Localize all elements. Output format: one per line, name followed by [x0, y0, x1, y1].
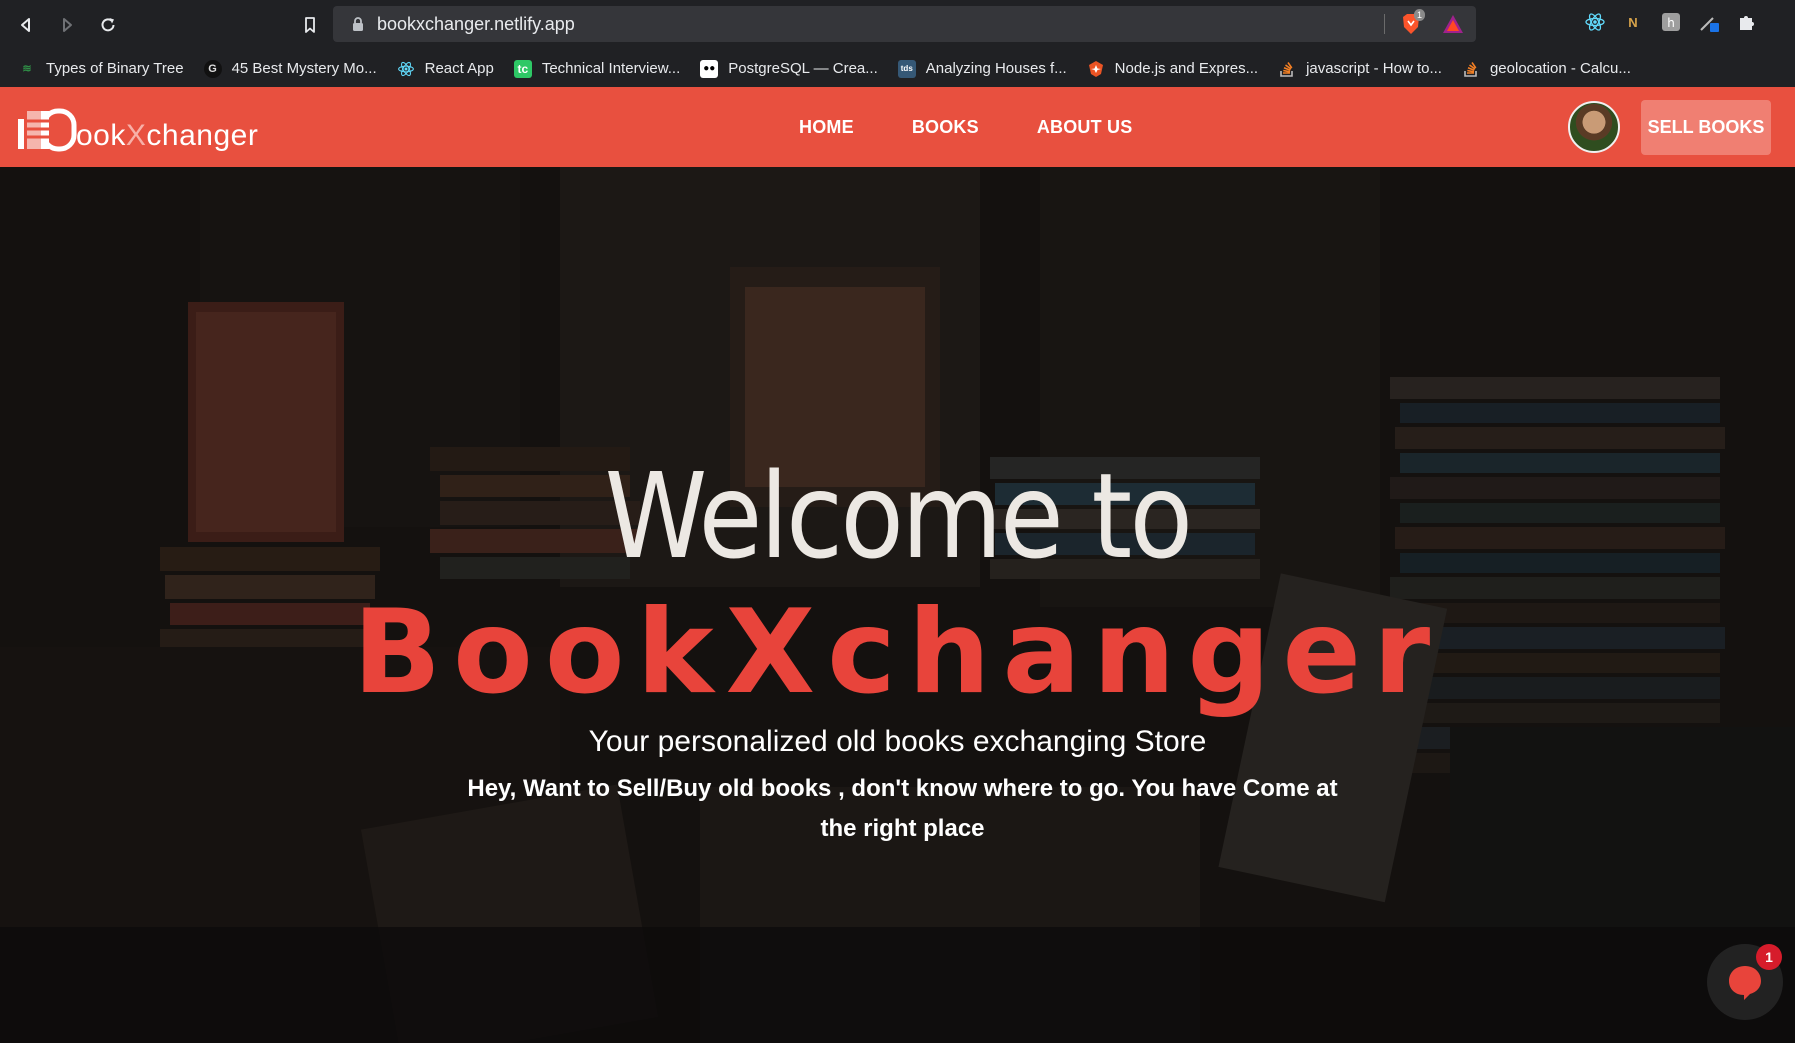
avatar[interactable] [1568, 101, 1620, 153]
logo-text: ookXchanger [76, 119, 258, 153]
medium-icon: ●● [700, 59, 719, 78]
back-button[interactable] [6, 5, 46, 45]
bookmark-item[interactable]: geolocation - Calcu... [1462, 60, 1631, 78]
hypothesis-icon[interactable]: h [1659, 10, 1683, 34]
hero-welcome-heading: Welcome to [604, 447, 1193, 585]
shields-count-badge: 1 [1414, 9, 1426, 21]
puzzle-icon[interactable] [1735, 10, 1759, 34]
bookmark-item[interactable]: Node.js and Expres... [1087, 60, 1258, 78]
react-icon [397, 60, 415, 78]
extensions-area: N h [1583, 10, 1759, 34]
nav-books[interactable]: BOOKS [912, 117, 979, 138]
bookmark-item[interactable]: G 45 Best Mystery Mo... [203, 59, 377, 78]
brave-rewards-icon[interactable] [1442, 14, 1464, 39]
react-devtools-icon[interactable] [1583, 10, 1607, 34]
back-arrow-icon [21, 18, 30, 32]
address-bar[interactable]: bookxchanger.netlify.app 1 [333, 6, 1476, 42]
forward-arrow-icon [63, 18, 72, 32]
hero-brand-title: BookXchanger [352, 585, 1443, 720]
tds-icon: tds [897, 59, 916, 78]
main-nav: HOME BOOKS ABOUT US [770, 87, 1161, 167]
color-picker-icon[interactable] [1697, 10, 1721, 34]
logo-prefix: ook [76, 119, 126, 152]
logo-suffix: changer [146, 119, 259, 152]
reload-button[interactable] [88, 5, 128, 45]
lock-icon [343, 16, 373, 32]
omnibox-divider [1384, 14, 1385, 34]
json-viewer-icon[interactable]: N [1621, 10, 1645, 34]
bookmark-item[interactable]: tds Analyzing Houses f... [897, 59, 1067, 78]
bookmark-label: geolocation - Calcu... [1489, 60, 1631, 77]
bookmark-label: 45 Best Mystery Mo... [231, 60, 377, 77]
bookmark-icon [305, 17, 315, 33]
site-logo[interactable]: ookXchanger [18, 101, 258, 153]
nav-about-us[interactable]: ABOUT US [1037, 117, 1133, 138]
hero-section: Welcome to BookXchanger Your personalize… [0, 167, 1795, 1043]
bookmark-label: Types of Binary Tree [46, 60, 184, 77]
bookmark-label: Technical Interview... [541, 60, 681, 77]
hero-tagline: Your personalized old books exchanging S… [588, 725, 1207, 758]
browser-toolbar: bookxchanger.netlify.app 1 N h [0, 0, 1795, 50]
bookmark-item[interactable]: ●● PostgreSQL — Crea... [700, 59, 878, 78]
g-icon: G [203, 59, 222, 78]
gfg-icon: ≋ [22, 63, 32, 75]
bookmark-item[interactable]: ≋ Types of Binary Tree [18, 60, 184, 78]
logo-book-icon [18, 107, 80, 153]
hero-subtitle: Hey, Want to Sell/Buy old books , don't … [467, 775, 1338, 842]
nav-home[interactable]: HOME [799, 117, 854, 138]
bookmarks-bar: ≋ Types of Binary Tree G 45 Best Mystery… [0, 50, 1795, 87]
sell-books-button[interactable]: SELL BOOKS [1641, 100, 1771, 155]
svg-text:h: h [1667, 16, 1675, 30]
forward-button[interactable] [47, 5, 87, 45]
bookmark-label: javascript - How to... [1306, 60, 1442, 77]
url-text[interactable]: bookxchanger.netlify.app [377, 14, 575, 35]
stackoverflow-icon [1278, 60, 1296, 78]
bookmark-item[interactable]: React App [397, 60, 494, 78]
bookmark-label: PostgreSQL — Crea... [728, 60, 878, 77]
bookmark-page-button[interactable] [290, 5, 330, 45]
bookmark-label: React App [424, 60, 494, 77]
chat-icon [1729, 966, 1761, 1000]
logo-x: X [125, 119, 147, 152]
bookmark-label: Analyzing Houses f... [925, 60, 1067, 77]
chat-notification-badge: 1 [1756, 944, 1782, 970]
stackoverflow-icon [1462, 60, 1480, 78]
reload-icon [101, 18, 115, 32]
tc-icon: tc [513, 59, 532, 78]
auth0-icon [1087, 60, 1105, 78]
bookmark-item[interactable]: javascript - How to... [1278, 60, 1442, 78]
site-header: ookXchanger HOME BOOKS ABOUT US SELL BOO… [0, 87, 1795, 167]
bookmark-label: Node.js and Expres... [1114, 60, 1259, 77]
bookmark-item[interactable]: tc Technical Interview... [513, 59, 681, 78]
